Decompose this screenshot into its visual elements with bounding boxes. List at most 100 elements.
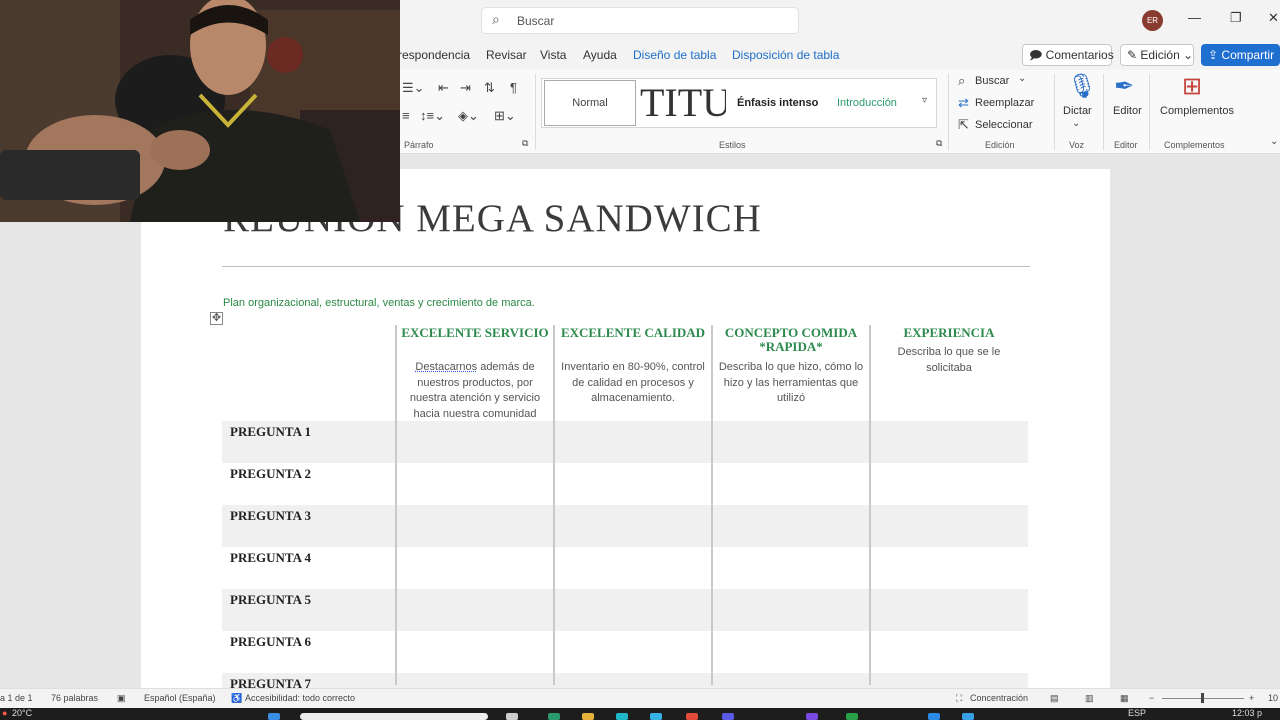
- table-row[interactable]: PREGUNTA 3: [222, 505, 1028, 547]
- table-row[interactable]: PREGUNTA 5: [222, 589, 1028, 631]
- tab-revisar[interactable]: Revisar: [486, 48, 527, 62]
- tab-vista[interactable]: Vista: [540, 48, 566, 62]
- file-explorer-icon[interactable]: [582, 713, 594, 720]
- find-button[interactable]: Buscar: [975, 75, 1009, 87]
- column-description-concepto[interactable]: Describa lo que hizo, cómo lo hizo y las…: [718, 360, 864, 407]
- editor-group-label: Editor: [1114, 140, 1138, 150]
- separator: [948, 74, 949, 150]
- zoom-level[interactable]: 10: [1268, 693, 1278, 703]
- temperature[interactable]: 20°C: [12, 708, 32, 718]
- column-heading-servicio[interactable]: EXCELENTE SERVICIO: [400, 326, 550, 340]
- share-button[interactable]: ⇪ Compartir: [1201, 44, 1280, 66]
- editing-group-label: Edición: [985, 140, 1015, 150]
- zoom-out-icon[interactable]: −: [1149, 693, 1154, 703]
- addins-button[interactable]: Complementos: [1160, 105, 1234, 117]
- increase-indent-icon[interactable]: ⇥: [460, 80, 471, 96]
- windows-start-icon[interactable]: [268, 713, 280, 720]
- line-spacing-icon[interactable]: ↕≡⌄: [420, 108, 445, 124]
- page-count[interactable]: a 1 de 1: [0, 693, 33, 703]
- dialog-launcher-icon[interactable]: ⧉: [522, 138, 528, 149]
- table-row[interactable]: PREGUNTA 4: [222, 547, 1028, 589]
- document-page[interactable]: REUNIÓN MEGA SANDWICH Plan organizaciona…: [141, 169, 1110, 688]
- style-introduccion[interactable]: Introducción: [837, 79, 897, 127]
- comments-button[interactable]: 🗩 Comentarios: [1022, 44, 1114, 66]
- weather-icon[interactable]: ●: [2, 708, 7, 718]
- styles-launcher-icon[interactable]: ⧉: [936, 138, 942, 149]
- webcam-image: [0, 0, 400, 222]
- task-view-icon[interactable]: [506, 713, 518, 720]
- restore-icon[interactable]: ❐: [1230, 10, 1242, 26]
- editing-mode-button[interactable]: ✎ Edición ⌄: [1120, 44, 1194, 66]
- app-icon[interactable]: [548, 713, 560, 720]
- style-normal[interactable]: Normal: [544, 80, 636, 126]
- column-heading-concepto[interactable]: CONCEPTO COMIDA *RAPIDA*: [716, 326, 866, 354]
- comment-icon: 🗩: [1029, 48, 1043, 62]
- column-heading-calidad[interactable]: EXCELENTE CALIDAD: [558, 326, 708, 340]
- table-row[interactable]: PREGUNTA 7: [222, 673, 1028, 688]
- find-icon: ⌕: [958, 73, 966, 88]
- language-indicator[interactable]: Español (España): [144, 693, 216, 703]
- input-language[interactable]: ESP: [1128, 708, 1146, 718]
- zoom-in-icon[interactable]: +: [1249, 693, 1254, 703]
- microphone-icon[interactable]: 🎙: [1067, 72, 1097, 101]
- borders-icon[interactable]: ⊞⌄: [494, 108, 516, 124]
- table-row[interactable]: PREGUNTA 6: [222, 631, 1028, 673]
- style-enfasis-intenso[interactable]: Énfasis intenso: [737, 79, 818, 127]
- app-icon[interactable]: [806, 713, 818, 720]
- chevron-down-icon: ⌄: [1183, 48, 1194, 62]
- status-bar: a 1 de 1 76 palabras ▣ Español (España) …: [0, 688, 1280, 708]
- app-icon[interactable]: [722, 713, 734, 720]
- tab-disposicion-tabla[interactable]: Disposición de tabla: [732, 48, 839, 62]
- column-divider: [395, 325, 397, 685]
- shading-icon[interactable]: ◈⌄: [458, 108, 479, 124]
- tab-diseno-tabla[interactable]: Diseño de tabla: [633, 48, 716, 62]
- collapse-ribbon-icon[interactable]: ⌄: [1270, 136, 1278, 147]
- excel-icon[interactable]: [846, 713, 858, 720]
- web-layout-icon[interactable]: ▦: [1120, 693, 1129, 704]
- spelling-flag-word[interactable]: Destacarnos: [415, 361, 477, 373]
- table-row[interactable]: PREGUNTA 2: [222, 463, 1028, 505]
- word-icon[interactable]: [962, 713, 974, 720]
- proofing-icon[interactable]: ▣: [117, 693, 126, 704]
- column-heading-experiencia[interactable]: EXPERIENCIA: [874, 326, 1024, 340]
- column-description-servicio[interactable]: Destacarnos además de nuestros productos…: [402, 360, 548, 422]
- select-button[interactable]: Seleccionar: [975, 119, 1032, 131]
- sort-icon[interactable]: ⇅: [484, 80, 495, 96]
- app-icon[interactable]: [686, 713, 698, 720]
- close-icon[interactable]: ✕: [1268, 10, 1279, 26]
- editor-pen-icon[interactable]: ✒: [1114, 72, 1134, 101]
- focus-icon: ⛶: [956, 693, 963, 703]
- tab-ayuda[interactable]: Ayuda: [583, 48, 617, 62]
- minimize-icon[interactable]: —: [1188, 10, 1201, 25]
- read-mode-icon[interactable]: ▤: [1050, 693, 1059, 704]
- document-canvas[interactable]: REUNIÓN MEGA SANDWICH Plan organizaciona…: [0, 155, 1280, 688]
- decrease-indent-icon[interactable]: ⇤: [438, 80, 449, 96]
- accessibility-status[interactable]: Accesibilidad: todo correcto: [245, 693, 355, 703]
- print-layout-icon[interactable]: ▥: [1085, 693, 1094, 704]
- gallery-expand-icon[interactable]: ▿: [922, 95, 927, 106]
- app-icon[interactable]: [650, 713, 662, 720]
- style-titulo[interactable]: TITU: [640, 79, 726, 127]
- justify-icon[interactable]: ≡: [402, 108, 410, 123]
- table-row[interactable]: PREGUNTA 1: [222, 421, 1028, 463]
- table-move-handle-icon[interactable]: ✥: [210, 312, 223, 325]
- clock[interactable]: 12:03 p: [1232, 708, 1262, 718]
- column-description-experiencia[interactable]: Describa lo que se le solicitaba: [876, 345, 1022, 376]
- user-avatar[interactable]: ER: [1142, 10, 1163, 31]
- tab-correspondencia[interactable]: respondencia: [398, 48, 470, 62]
- document-subtitle[interactable]: Plan organizacional, estructural, ventas…: [223, 297, 535, 309]
- word-count[interactable]: 76 palabras: [51, 693, 98, 703]
- multilevel-list-icon[interactable]: ☰⌄: [402, 80, 425, 96]
- edge-icon[interactable]: [616, 713, 628, 720]
- taskbar-search[interactable]: [300, 713, 488, 720]
- editor-button[interactable]: Editor: [1113, 105, 1142, 117]
- pilcrow-icon[interactable]: ¶: [510, 80, 517, 95]
- search-box[interactable]: ⌕ Buscar: [481, 7, 799, 34]
- focus-mode-button[interactable]: Concentración: [970, 693, 1028, 703]
- dictate-button[interactable]: Dictar: [1063, 105, 1092, 117]
- replace-button[interactable]: Reemplazar: [975, 97, 1034, 109]
- addins-grid-icon[interactable]: ⊞: [1182, 72, 1202, 101]
- app-icon[interactable]: [928, 713, 940, 720]
- zoom-slider-thumb[interactable]: [1201, 693, 1204, 703]
- column-description-calidad[interactable]: Inventario en 80-90%, control de calidad…: [560, 360, 706, 407]
